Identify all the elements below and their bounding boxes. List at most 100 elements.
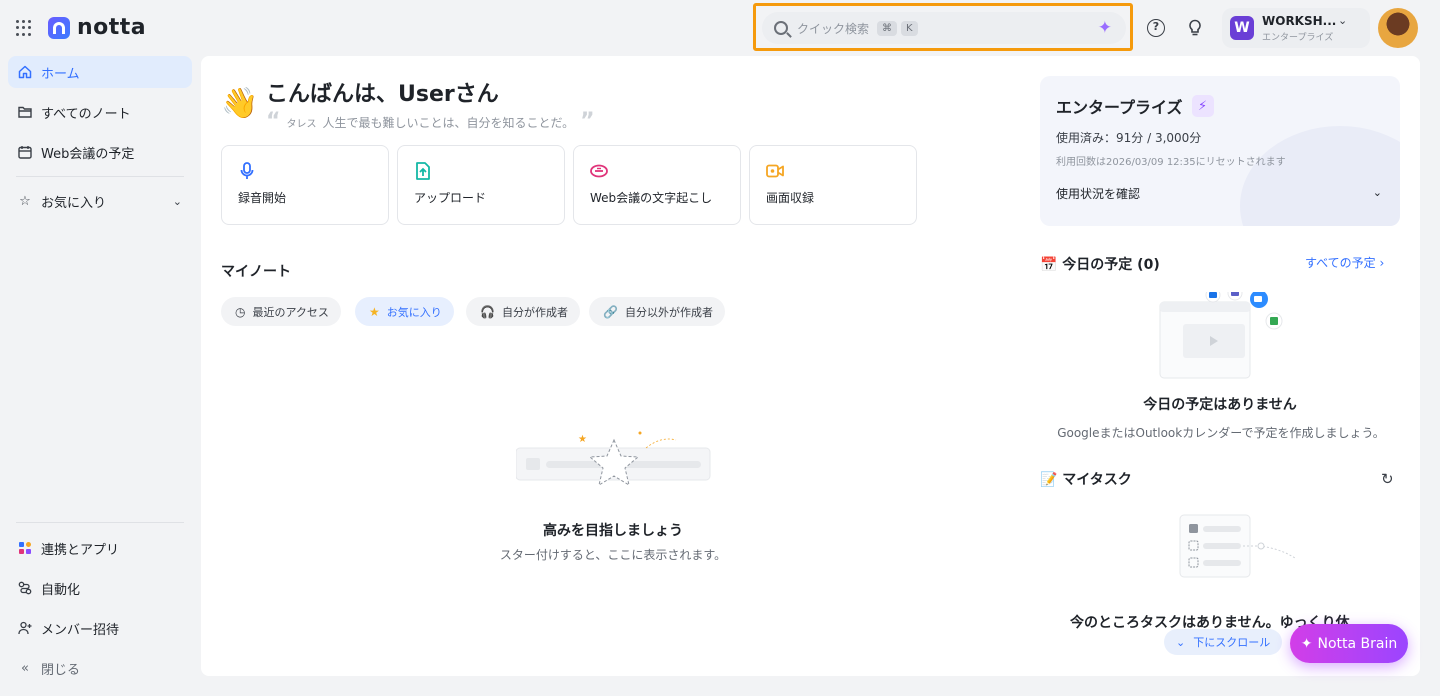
sidebar-item-meetings[interactable]: Web会議の予定	[8, 136, 192, 168]
collapse-icon: «	[21, 660, 29, 676]
action-label: 録音開始	[238, 191, 287, 205]
sidebar-item-label: ホーム	[41, 66, 80, 82]
all-schedules-label: すべての予定	[1305, 256, 1376, 270]
sidebar-item-favorites[interactable]: ☆ お気に入り ⌄	[8, 185, 192, 217]
no-schedule-subtitle: GoogleまたはOutlookカレンダーで予定を作成しましょう。	[1057, 426, 1385, 440]
empty-favorites-illustration: ★	[516, 431, 711, 487]
today-schedule-title: 📅 今日の予定 (0)	[1040, 257, 1160, 273]
waving-hand-icon: 👋	[221, 86, 259, 121]
action-label: アップロード	[414, 191, 487, 205]
sidebar-item-automation[interactable]: 自動化	[8, 572, 192, 604]
action-label: 画面収録	[766, 191, 815, 205]
main-content: 👋 こんばんは、Userさん “ タレス 人生で最も難しいことは、自分を知ること…	[201, 56, 1420, 676]
screen-record-card[interactable]: 画面収録	[749, 145, 917, 225]
usage-check-link[interactable]: 使用状況を確認	[1056, 185, 1384, 202]
sidebar-item-label: Web会議の予定	[41, 146, 135, 162]
sidebar-item-label: 自動化	[41, 582, 81, 598]
filter-created-by-me[interactable]: 🎧 自分が作成者	[466, 297, 580, 326]
help-icon[interactable]: ?	[1147, 19, 1165, 37]
lightning-icon: ⚡	[1191, 95, 1214, 117]
sidebar-item-integrations[interactable]: 連携とアプリ	[8, 532, 192, 564]
search-highlight-box	[753, 3, 1133, 51]
greeting-title: こんばんは、Userさん	[266, 82, 499, 107]
my-tasks-title: 📝 マイタスク	[1040, 472, 1132, 488]
filter-label: 自分以外が作成者	[624, 305, 713, 319]
app-grid-icon[interactable]	[16, 20, 32, 36]
quote: “ タレス 人生で最も難しいことは、自分を知ることだ。 ”	[266, 108, 595, 134]
sidebar-item-label: 連携とアプリ	[41, 542, 120, 558]
sidebar: ホーム すべてのノート Web会議の予定 ☆ お気に入り ⌄ 連携とアプリ 自動…	[0, 56, 200, 696]
star-icon: ☆	[19, 193, 31, 209]
workspace-avatar: W	[1230, 16, 1254, 40]
brain-label: Notta Brain	[1317, 635, 1398, 652]
filter-label: お気に入り	[386, 305, 442, 319]
chevron-right-icon: ›	[1379, 256, 1385, 270]
meeting-transcribe-card[interactable]: Web会議の文字起こし	[573, 145, 741, 225]
apps-icon	[17, 540, 33, 556]
sidebar-item-invite-members[interactable]: メンバー招待	[8, 612, 192, 644]
quote-text: 人生で最も難しいことは、自分を知ることだ。	[322, 116, 575, 130]
sidebar-divider	[16, 176, 184, 177]
filter-favorites[interactable]: ★ お気に入り	[355, 297, 454, 326]
filter-label: 自分が作成者	[501, 305, 568, 319]
upload-card[interactable]: アップロード	[397, 145, 565, 225]
sidebar-item-label: すべてのノート	[41, 106, 131, 122]
user-avatar[interactable]	[1378, 8, 1418, 48]
link-icon: 🔗	[603, 304, 618, 319]
sidebar-item-all-notes[interactable]: すべてのノート	[8, 96, 192, 128]
usage-text: 使用済み：91分 / 3,000分	[1056, 131, 1202, 145]
sidebar-item-home[interactable]: ホーム	[8, 56, 192, 88]
notta-logo-icon	[48, 16, 70, 39]
sidebar-item-label: メンバー招待	[41, 622, 120, 638]
workspace-switcher[interactable]: W WORKSH... エンタープライズ ⌄	[1222, 8, 1370, 48]
plan-title: エンタープライズ	[1056, 98, 1183, 117]
upload-icon	[414, 162, 432, 180]
home-icon	[17, 64, 33, 80]
sidebar-item-label: お気に入り	[41, 195, 107, 211]
chevron-down-icon[interactable]: ⌄	[1373, 186, 1382, 199]
record-start-card[interactable]: 録音開始	[221, 145, 389, 225]
tasks-empty-illustration	[1179, 514, 1296, 578]
workspace-name: WORKSH...	[1262, 13, 1337, 28]
notta-logo[interactable]: notta	[48, 15, 146, 40]
double-chevron-down-icon: ⌄	[1176, 635, 1186, 649]
notta-brain-button[interactable]: ✦ Notta Brain	[1290, 624, 1408, 663]
chevron-down-icon: ⌄	[1338, 14, 1348, 27]
screen-record-icon	[766, 162, 784, 180]
my-notes-title: マイノート	[221, 264, 291, 280]
sidebar-collapse-button[interactable]: « 閉じる	[8, 652, 192, 684]
filter-created-by-others[interactable]: 🔗 自分以外が作成者	[589, 297, 725, 326]
folder-icon	[17, 104, 33, 120]
headphones-icon: 🎧	[480, 304, 495, 319]
filter-recent[interactable]: ◷ 最近のアクセス	[221, 297, 341, 326]
logo-text: notta	[77, 15, 147, 40]
sidebar-divider	[16, 522, 184, 523]
no-schedule-title: 今日の予定はありません	[1143, 397, 1297, 413]
star-icon: ★	[369, 304, 380, 319]
filter-label: 最近のアクセス	[252, 305, 329, 319]
empty-state-title: 高みを目指しましょう	[543, 523, 683, 539]
automation-icon	[17, 580, 33, 596]
sparkle-icon: ✦	[1300, 635, 1313, 652]
empty-state-subtitle: スター付けすると、ここに表示されます。	[499, 548, 727, 562]
meeting-icon	[590, 162, 608, 180]
close-quote-icon: ”	[580, 108, 595, 134]
clock-icon: ◷	[235, 304, 246, 319]
lightbulb-icon[interactable]	[1186, 19, 1204, 37]
enterprise-plan-card: エンタープライズ ⚡ 使用済み：91分 / 3,000分 利用回数は2026/0…	[1040, 76, 1400, 226]
reset-text: 利用回数は2026/03/09 12:35にリセットされます	[1056, 157, 1286, 168]
refresh-icon[interactable]: ↻	[1381, 470, 1394, 488]
quote-author: タレス	[286, 119, 317, 130]
chevron-down-icon[interactable]: ⌄	[173, 195, 182, 208]
microphone-icon	[238, 162, 256, 180]
scroll-down-button[interactable]: ⌄ 下にスクロール	[1164, 629, 1283, 655]
workspace-plan: エンタープライズ	[1262, 32, 1334, 43]
action-label: Web会議の文字起こし	[590, 191, 713, 205]
calendar-icon	[17, 144, 33, 160]
all-schedules-link[interactable]: すべての予定 ›	[1305, 254, 1384, 271]
scroll-label: 下にスクロール	[1193, 636, 1271, 649]
top-bar: notta クイック検索 ⌘ K ✦ ? W WORKSH... エンタープライ…	[0, 0, 1440, 148]
calendar-empty-illustration	[1159, 292, 1283, 379]
add-member-icon	[17, 620, 33, 636]
svg-text:★: ★	[578, 434, 587, 445]
